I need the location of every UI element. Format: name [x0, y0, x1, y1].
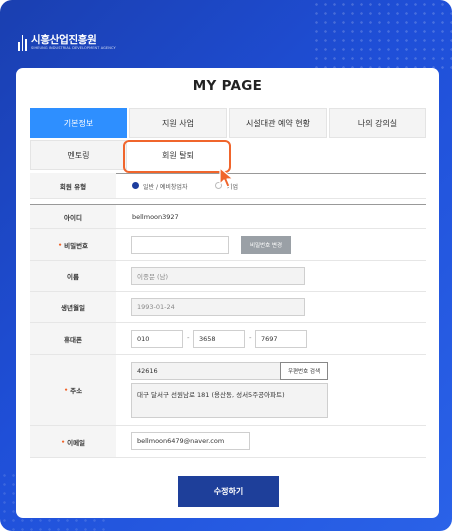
zipcode-search-button[interactable]: 우편번호 검색	[280, 362, 328, 380]
member-type-general-label[interactable]: 일반 / 예비창업자	[143, 182, 187, 191]
tab-support-program[interactable]: 지원 사업	[129, 108, 227, 138]
user-id-row: 아이디 bellmoon3927	[30, 205, 426, 229]
tab-my-classroom[interactable]: 나의 강의실	[329, 108, 426, 138]
password-input[interactable]	[131, 236, 229, 254]
email-label: 이메일	[67, 438, 86, 447]
name-field: 이종문 (남)	[131, 267, 305, 285]
required-mark: •	[63, 386, 69, 394]
change-password-button[interactable]: 비밀번호 변경	[241, 236, 291, 254]
brand-logo[interactable]: 시흥산업진흥원 SIHEUNG INDUSTRIAL DEVELOPMENT A…	[18, 35, 116, 51]
password-label-cell: • 비밀번호	[30, 229, 116, 260]
name-row: 이름 이종문 (남)	[30, 261, 426, 292]
birthdate-field: 1993-01-24	[131, 298, 305, 316]
brand-name: 시흥산업진흥원	[31, 34, 97, 46]
phone-separator: -	[249, 334, 252, 342]
address-label-cell: • 주소	[30, 355, 116, 425]
mouse-pointer-icon	[219, 167, 234, 188]
tab-withdrawal-highlight	[123, 140, 231, 173]
tab-basic-info[interactable]: 기본정보	[30, 108, 127, 138]
address-field: 대구 달서구 선원남로 181 (용산동, 성서5주공아파트)	[131, 383, 328, 418]
email-field[interactable]: bellmoon6479@naver.com	[131, 432, 250, 450]
password-row: • 비밀번호 비밀번호 변경	[30, 229, 426, 261]
decorative-dot-pattern	[312, 0, 452, 70]
required-mark: •	[57, 240, 63, 249]
phone-field-2[interactable]: 3658	[193, 330, 245, 348]
phone-row: 휴대폰 010 - 3658 - 7697	[30, 323, 426, 355]
logo-icon	[18, 35, 28, 51]
tab-mentoring[interactable]: 멘토링	[30, 140, 127, 170]
password-label: 비밀번호	[64, 241, 89, 250]
required-mark: •	[60, 437, 66, 446]
member-type-general-radio[interactable]	[132, 182, 139, 189]
phone-field-3[interactable]: 7697	[255, 330, 307, 348]
tab-facility-reservation[interactable]: 시설대관 예약 현황	[229, 108, 327, 138]
birthdate-row: 생년월일 1993-01-24	[30, 292, 426, 323]
page-title: MY PAGE	[192, 78, 263, 94]
brand-subtitle: SIHEUNG INDUSTRIAL DEVELOPMENT AGENCY	[31, 46, 116, 50]
member-type-label: 회원 유형	[30, 173, 116, 198]
mypage-card: MY PAGE 기본정보 지원 사업 시설대관 예약 현황 나의 강의실 멘토링…	[16, 68, 439, 518]
page-background: 시흥산업진흥원 SIHEUNG INDUSTRIAL DEVELOPMENT A…	[0, 0, 452, 531]
phone-label: 휴대폰	[30, 323, 116, 354]
name-label: 이름	[30, 261, 116, 291]
user-id-label: 아이디	[30, 205, 116, 228]
address-label: 주소	[70, 387, 83, 395]
phone-field-1[interactable]: 010	[131, 330, 183, 348]
phone-separator: -	[187, 334, 190, 342]
user-id-value: bellmoon3927	[132, 213, 179, 221]
email-label-cell: • 이메일	[30, 426, 116, 457]
submit-button[interactable]: 수정하기	[178, 476, 279, 507]
email-row: • 이메일 bellmoon6479@naver.com	[30, 426, 426, 458]
birthdate-label: 생년월일	[30, 292, 116, 322]
address-row: • 주소 42616 우편번호 검색 대구 달서구 선원남로 181 (용산동,…	[30, 355, 426, 426]
